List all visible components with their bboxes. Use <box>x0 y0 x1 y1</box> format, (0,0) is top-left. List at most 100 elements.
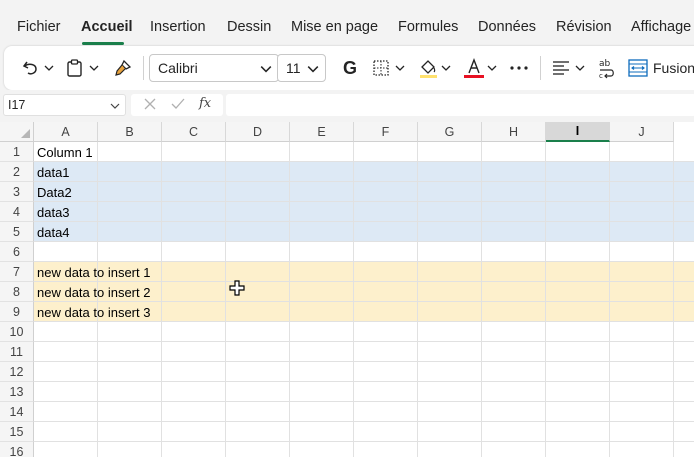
row-highlight <box>34 182 694 202</box>
ribbon-separator <box>540 56 541 80</box>
column-header-f[interactable]: F <box>354 122 418 142</box>
merge-button[interactable]: Fusion <box>628 55 694 81</box>
merge-cells-icon <box>628 59 648 77</box>
column-header-j[interactable]: J <box>610 122 674 142</box>
chevron-down-icon <box>110 103 120 109</box>
bold-button[interactable]: G <box>338 55 362 81</box>
cancel-icon[interactable] <box>143 97 157 115</box>
more-icon <box>510 66 528 70</box>
borders-button[interactable] <box>370 55 392 81</box>
confirm-icon[interactable] <box>170 97 186 115</box>
font-color-dropdown[interactable] <box>486 55 498 81</box>
column-header-d[interactable]: D <box>226 122 290 142</box>
cell-a9[interactable]: new data to insert 3 <box>37 302 150 322</box>
grid-row-line <box>34 421 694 422</box>
grid-column-line <box>161 142 162 457</box>
row-header-2[interactable]: 2 <box>0 162 34 182</box>
grid-column-line <box>289 142 290 457</box>
chevron-down-icon <box>307 66 319 73</box>
column-header-h[interactable]: H <box>482 122 546 142</box>
svg-text:c: c <box>599 72 603 79</box>
name-box-value: I17 <box>8 98 26 112</box>
tab-mise-en-page[interactable]: Mise en page <box>291 19 378 35</box>
font-name-value: Calibri <box>158 60 198 76</box>
row-header-11[interactable]: 11 <box>0 342 34 362</box>
chevron-down-icon <box>441 65 451 71</box>
more-options-button[interactable] <box>507 55 531 81</box>
align-left-icon <box>553 61 569 75</box>
spreadsheet-grid[interactable]: A B C D E F G H I J 1 2 3 4 5 6 7 8 9 10 11 12 13 14 15 16 Column … <box>0 122 694 457</box>
cell-a7[interactable]: new data to insert 1 <box>37 262 150 282</box>
row-header-8[interactable]: 8 <box>0 282 34 302</box>
ribbon-tab-bar: Fichier Accueil Insertion Dessin Mise en… <box>0 0 694 46</box>
tab-insertion[interactable]: Insertion <box>150 19 206 35</box>
column-header-a[interactable]: A <box>34 122 98 142</box>
row-highlight <box>34 162 694 182</box>
row-header-16[interactable]: 16 <box>0 442 34 457</box>
undo-dropdown[interactable] <box>43 55 55 81</box>
undo-icon <box>22 61 37 75</box>
row-header-14[interactable]: 14 <box>0 402 34 422</box>
row-header-9[interactable]: 9 <box>0 302 34 322</box>
align-button[interactable] <box>550 55 572 81</box>
formula-actions: fx <box>131 94 223 116</box>
cell-a3[interactable]: Data2 <box>37 182 72 202</box>
row-header-10[interactable]: 10 <box>0 322 34 342</box>
tab-affichage[interactable]: Affichage <box>631 19 691 35</box>
svg-text:ab: ab <box>599 59 611 69</box>
align-dropdown[interactable] <box>574 55 586 81</box>
grid-row-line <box>34 441 694 442</box>
cell-a5[interactable]: data4 <box>37 222 70 242</box>
grid-column-line <box>353 142 354 457</box>
tab-accueil[interactable]: Accueil <box>81 19 133 35</box>
wrap-text-button[interactable]: ab c <box>596 55 618 81</box>
name-box[interactable]: I17 <box>3 94 126 116</box>
cell-a1[interactable]: Column 1 <box>37 142 93 162</box>
row-header-12[interactable]: 12 <box>0 362 34 382</box>
paste-dropdown[interactable] <box>88 55 100 81</box>
formula-input[interactable] <box>226 94 694 116</box>
cell-a8[interactable]: new data to insert 2 <box>37 282 150 302</box>
borders-dropdown[interactable] <box>394 55 406 81</box>
tab-dessin[interactable]: Dessin <box>227 19 271 35</box>
select-all-button[interactable] <box>0 122 34 142</box>
column-header-g[interactable]: G <box>418 122 482 142</box>
grid-row-line <box>34 341 694 342</box>
column-header-c[interactable]: C <box>162 122 226 142</box>
fill-color-dropdown[interactable] <box>440 55 452 81</box>
grid-column-line <box>225 142 226 457</box>
row-header-7[interactable]: 7 <box>0 262 34 282</box>
row-header-13[interactable]: 13 <box>0 382 34 402</box>
row-header-1[interactable]: 1 <box>0 142 34 162</box>
insert-function-icon[interactable]: fx <box>199 96 211 111</box>
row-header-5[interactable]: 5 <box>0 222 34 242</box>
fill-color-button[interactable] <box>416 55 440 81</box>
paste-button[interactable] <box>64 55 86 81</box>
row-header-4[interactable]: 4 <box>0 202 34 222</box>
chevron-down-icon <box>260 66 272 73</box>
font-name-dropdown[interactable]: Calibri <box>149 54 279 82</box>
chevron-down-icon <box>44 65 54 71</box>
tab-fichier[interactable]: Fichier <box>17 19 61 35</box>
column-header-b[interactable]: B <box>98 122 162 142</box>
grid-row-line <box>34 181 694 182</box>
chevron-down-icon <box>575 65 585 71</box>
row-header-6[interactable]: 6 <box>0 242 34 262</box>
row-header-15[interactable]: 15 <box>0 422 34 442</box>
tab-formules[interactable]: Formules <box>398 19 458 35</box>
font-size-dropdown[interactable]: 11 <box>277 54 326 82</box>
tab-revision[interactable]: Révision <box>556 19 612 35</box>
font-size-value: 11 <box>286 60 301 76</box>
format-painter-button[interactable] <box>112 55 134 81</box>
grid-column-line <box>609 142 610 457</box>
column-header-i[interactable]: I <box>546 122 610 142</box>
undo-button[interactable] <box>18 55 44 81</box>
cell-a2[interactable]: data1 <box>37 162 70 182</box>
column-header-e[interactable]: E <box>290 122 354 142</box>
ribbon-separator <box>143 56 144 80</box>
font-color-button[interactable] <box>462 55 486 81</box>
tab-donnees[interactable]: Données <box>478 19 536 35</box>
cell-a4[interactable]: data3 <box>37 202 70 222</box>
chevron-down-icon <box>89 65 99 71</box>
row-header-3[interactable]: 3 <box>0 182 34 202</box>
